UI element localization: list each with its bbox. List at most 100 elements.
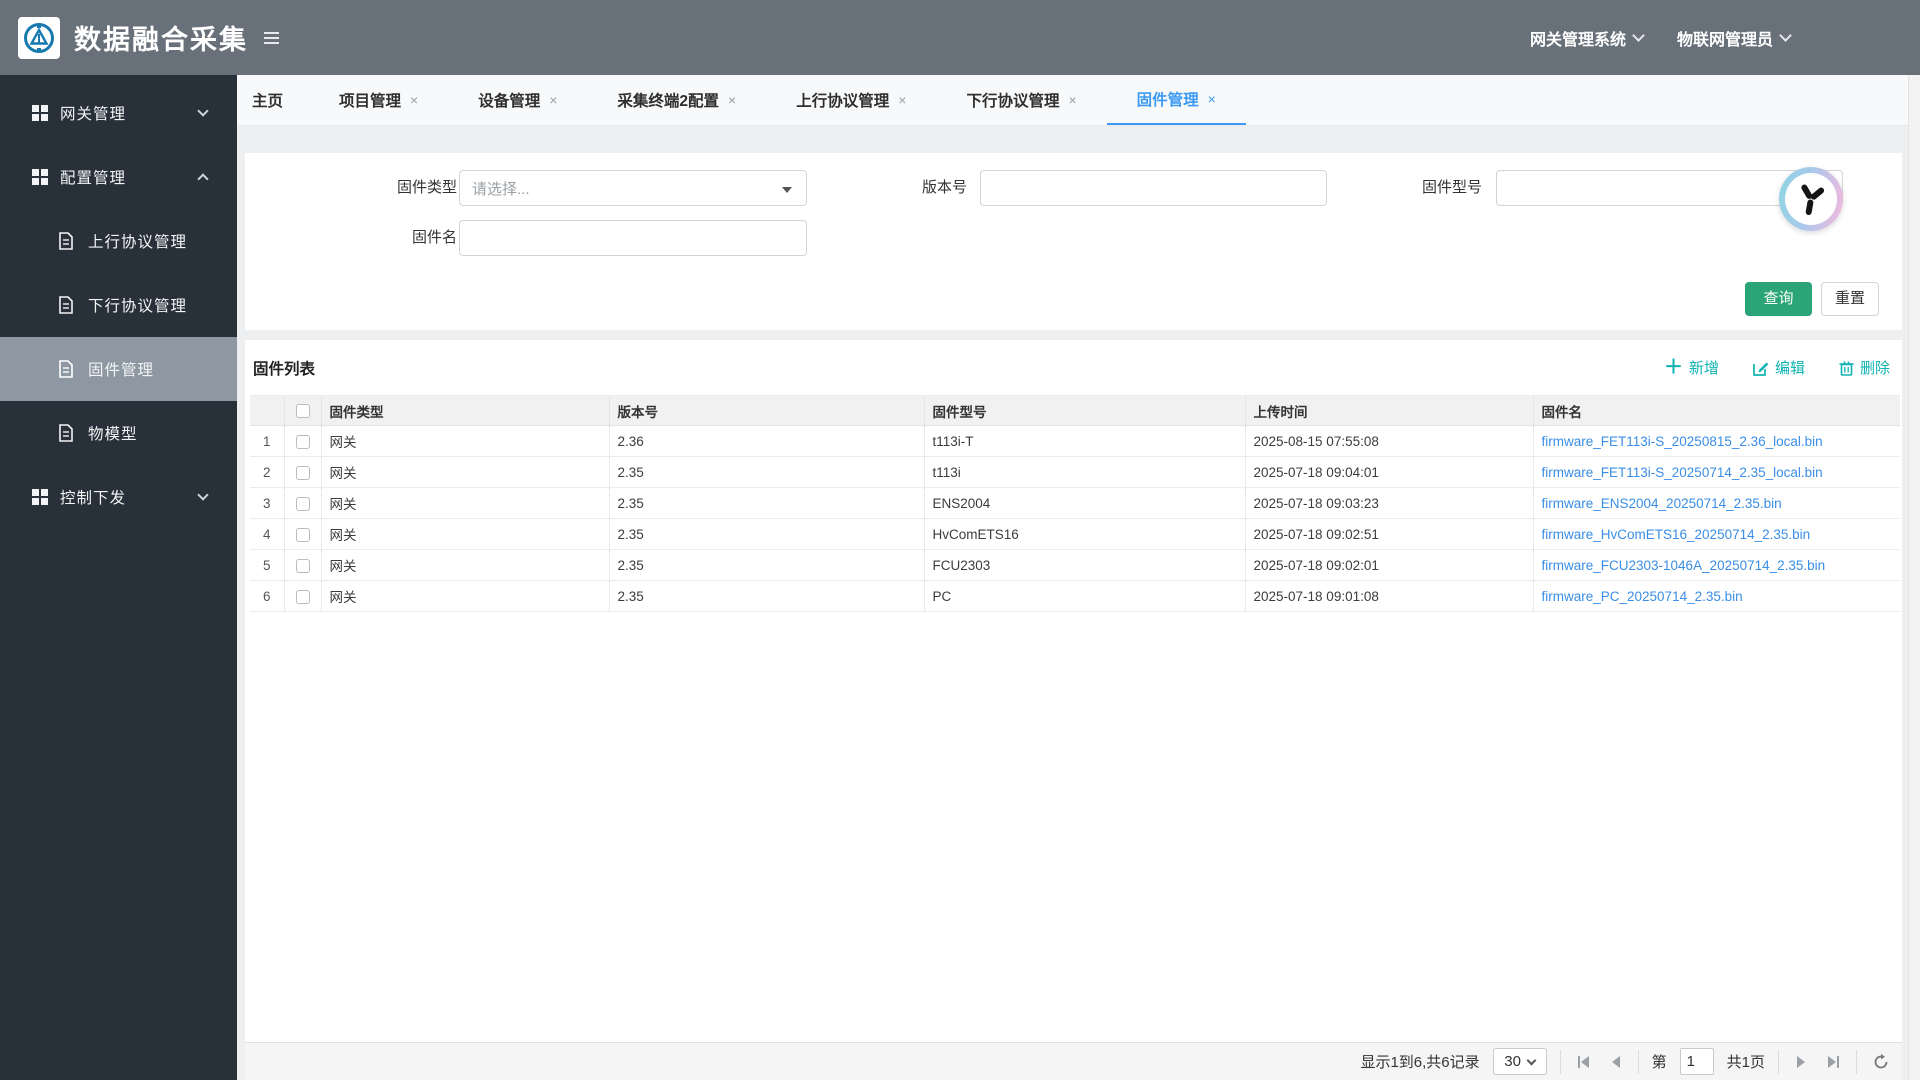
tab-terminal2-config[interactable]: 采集终端2配置 × (587, 75, 766, 125)
total-pages: 共1页 (1726, 1054, 1765, 1071)
document-icon (59, 360, 73, 378)
prev-page-button[interactable] (1607, 1055, 1625, 1069)
tab-bar: 主页 项目管理 × 设备管理 × 采集终端2配置 × 上行协议管理 × 下行协议… (237, 75, 1920, 126)
next-page-icon (1797, 1055, 1805, 1068)
prev-page-icon (1611, 1055, 1620, 1068)
row-checkbox[interactable] (295, 558, 310, 573)
sidebar-toggle-icon[interactable] (264, 31, 279, 44)
grid-icon (32, 489, 48, 505)
document-icon (59, 232, 73, 250)
widget-inner-circle (1785, 173, 1837, 225)
firmware-file-link[interactable]: firmware_FCU2303-1046A_20250714_2.35.bin (1542, 558, 1826, 573)
row-checkbox[interactable] (295, 527, 310, 542)
sidebar-item-control-dispatch[interactable]: 控制下发 (0, 465, 237, 529)
firmware-file-link[interactable]: firmware_FET113i-S_20250714_2.35_local.b… (1542, 465, 1823, 480)
last-page-button[interactable] (1823, 1055, 1843, 1069)
close-icon[interactable]: × (549, 92, 557, 108)
firmware-file-link[interactable]: firmware_HvComETS16_20250714_2.35.bin (1542, 527, 1811, 542)
page-prefix: 第 (1651, 1054, 1667, 1071)
first-page-button[interactable] (1574, 1055, 1594, 1069)
trash-icon (1839, 361, 1854, 376)
user-account-menu[interactable]: 物联网管理员 (1677, 26, 1792, 50)
divider (1637, 1049, 1639, 1074)
tab-uplink-protocol[interactable]: 上行协议管理 × (766, 75, 936, 125)
logo-emblem-icon (24, 22, 54, 53)
refresh-icon (1874, 1053, 1888, 1068)
firmware-type-select[interactable]: 请选择... (459, 170, 807, 206)
search-panel: 固件类型 请选择... 版本号 固件型号 固件名 查询 重置 (245, 153, 1902, 330)
col-header-name: 固件名 (1532, 395, 1900, 426)
sidebar-item-uplink-protocol[interactable]: 上行协议管理 (0, 209, 237, 273)
reset-button[interactable]: 重置 (1821, 282, 1879, 316)
row-checkbox[interactable] (295, 589, 310, 604)
chevron-up-icon (197, 173, 209, 185)
version-label: 版本号 (921, 179, 967, 196)
close-icon[interactable]: × (728, 92, 736, 108)
page-number-input[interactable] (1679, 1048, 1714, 1075)
col-header-version: 版本号 (608, 395, 924, 426)
query-button[interactable]: 查询 (1745, 282, 1812, 316)
tab-project-mgmt[interactable]: 项目管理 × (309, 75, 448, 125)
first-page-icon (1577, 1055, 1589, 1068)
table-row[interactable]: 4 网关 2.35 HvComETS16 2025-07-18 09:02:51… (250, 518, 1900, 550)
floating-assistant-widget[interactable] (1779, 167, 1843, 231)
grid-icon (32, 169, 48, 185)
col-header-model: 固件型号 (923, 395, 1245, 426)
grid-icon (32, 105, 48, 121)
col-header-time: 上传时间 (1244, 395, 1533, 426)
system-switch-menu[interactable]: 网关管理系统 (1530, 26, 1645, 50)
next-page-button[interactable] (1792, 1055, 1810, 1069)
close-icon[interactable]: × (1208, 91, 1216, 107)
add-button[interactable]: ＋ 新增 (1664, 357, 1719, 378)
firmware-table: 固件类型 版本号 固件型号 上传时间 固件名 1 网关 2.36 t113i-T… (250, 395, 1900, 612)
divider (1856, 1049, 1857, 1074)
sidebar-item-firmware-mgmt[interactable]: 固件管理 (0, 337, 237, 401)
chevron-down-icon (197, 105, 209, 117)
firmware-file-link[interactable]: firmware_PC_20250714_2.35.bin (1542, 589, 1743, 604)
row-checkbox[interactable] (295, 434, 310, 449)
tab-device-mgmt[interactable]: 设备管理 × (448, 75, 587, 125)
divider (1778, 1049, 1779, 1074)
main-area: 主页 项目管理 × 设备管理 × 采集终端2配置 × 上行协议管理 × 下行协议… (237, 75, 1920, 1080)
table-row[interactable]: 2 网关 2.35 t113i 2025-07-18 09:04:01 firm… (250, 456, 1900, 488)
tab-firmware-mgmt[interactable]: 固件管理 × (1106, 75, 1246, 125)
tab-home[interactable]: 主页 (237, 75, 309, 125)
chevron-down-icon (1779, 29, 1792, 42)
firmware-file-link[interactable]: firmware_FET113i-S_20250815_2.36_local.b… (1542, 434, 1823, 449)
tab-downlink-protocol[interactable]: 下行协议管理 × (936, 75, 1106, 125)
page-size-select[interactable]: 30 (1492, 1048, 1547, 1075)
last-page-icon (1828, 1055, 1839, 1068)
row-checkbox[interactable] (295, 496, 310, 511)
table-row[interactable]: 6 网关 2.35 PC 2025-07-18 09:01:08 firmwar… (250, 580, 1900, 612)
table-row[interactable]: 5 网关 2.35 FCU2303 2025-07-18 09:02:01 fi… (250, 549, 1900, 581)
table-row[interactable]: 1 网关 2.36 t113i-T 2025-08-15 07:55:08 fi… (250, 425, 1900, 457)
delete-button[interactable]: 删除 (1839, 357, 1890, 378)
chevron-down-icon (197, 489, 209, 501)
refresh-button[interactable] (1870, 1053, 1892, 1070)
table-row[interactable]: 3 网关 2.35 ENS2004 2025-07-18 09:03:23 fi… (250, 487, 1900, 519)
select-all-checkbox[interactable] (295, 404, 310, 419)
page-scrollbar[interactable] (1908, 75, 1920, 1080)
close-icon[interactable]: × (1068, 92, 1076, 108)
firmware-name-input[interactable] (460, 221, 806, 255)
row-checkbox[interactable] (295, 465, 310, 480)
firmware-file-link[interactable]: firmware_ENS2004_20250714_2.35.bin (1542, 496, 1782, 511)
pagination-summary: 显示1到6,共6记录 (1360, 1054, 1480, 1071)
edit-icon (1753, 362, 1769, 376)
top-header: 数据融合采集 网关管理系统 物联网管理员 (0, 0, 1920, 75)
close-icon[interactable]: × (410, 92, 418, 108)
row-number-header (250, 395, 284, 426)
firmware-type-label: 固件类型 (396, 179, 457, 196)
dropdown-arrow-icon (782, 187, 792, 193)
plus-icon: ＋ (1663, 357, 1683, 378)
chevron-down-icon (1632, 29, 1645, 42)
col-header-type: 固件类型 (320, 395, 609, 426)
sidebar-item-gateway-mgmt[interactable]: 网关管理 (0, 81, 237, 145)
edit-button[interactable]: 编辑 (1753, 357, 1805, 378)
sidebar-item-downlink-protocol[interactable]: 下行协议管理 (0, 273, 237, 337)
sidebar-item-config-mgmt[interactable]: 配置管理 (0, 145, 237, 209)
close-icon[interactable]: × (898, 92, 906, 108)
sidebar-item-thing-model[interactable]: 物模型 (0, 401, 237, 465)
chevron-down-icon (1526, 1055, 1537, 1065)
firmware-list-panel: 固件列表 ＋ 新增 编辑 删除 固件类型 版本号 固件型号 上传时间 固件名 1… (245, 340, 1902, 1080)
